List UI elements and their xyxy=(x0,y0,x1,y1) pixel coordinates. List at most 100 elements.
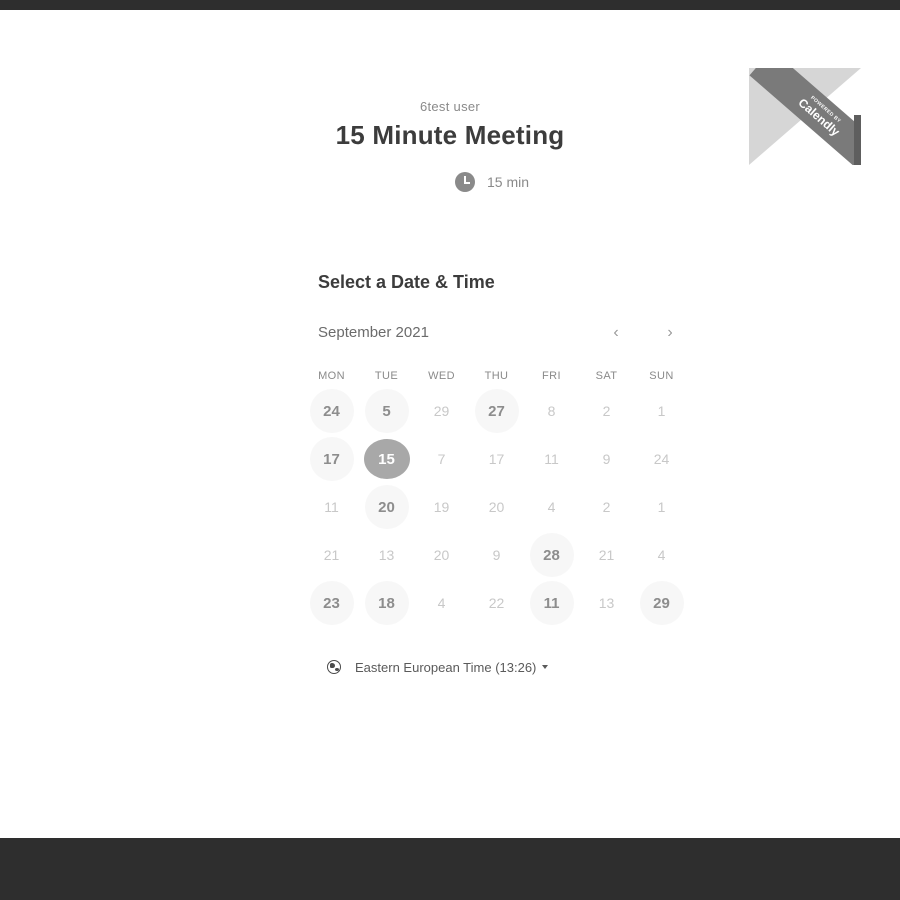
unavailable-day: 29 xyxy=(414,387,469,435)
available-day[interactable]: 29 xyxy=(634,579,689,627)
previous-month-button[interactable]: ‹ xyxy=(603,320,629,346)
timezone-selector[interactable]: Eastern European Time (13:26) xyxy=(327,657,549,677)
day-number: 13 xyxy=(598,595,615,611)
day-number: 4 xyxy=(657,547,666,563)
weekday-label: WED xyxy=(428,370,455,382)
day-number: 27 xyxy=(474,389,519,433)
available-day[interactable]: 17 xyxy=(304,435,359,483)
unavailable-day: 1 xyxy=(634,387,689,435)
globe-icon xyxy=(327,660,341,674)
top-bar xyxy=(0,0,900,10)
unavailable-day: 4 xyxy=(414,579,469,627)
calendar-weeks: 24 5 29 27 8 2 1 17 15 7 17 11 9 24 11 20 19 20 4 2 1 21 13 20 9… xyxy=(304,387,689,627)
calendar-grid: MON TUE WED THU FRI SAT SUN 24 5 29 27 8 2 1 17… xyxy=(304,365,689,627)
unavailable-day: 21 xyxy=(579,531,634,579)
unavailable-day: 22 xyxy=(469,579,524,627)
unavailable-day: 8 xyxy=(524,387,579,435)
day-number: 2 xyxy=(602,499,611,515)
day-number: 20 xyxy=(364,485,409,529)
unavailable-day: 9 xyxy=(579,435,634,483)
unavailable-day: 20 xyxy=(414,531,469,579)
bottom-bar xyxy=(0,838,900,900)
day-number: 28 xyxy=(529,533,574,577)
available-day[interactable]: 20 xyxy=(359,483,414,531)
day-number: 20 xyxy=(433,547,450,563)
unavailable-day: 19 xyxy=(414,483,469,531)
day-number: 29 xyxy=(639,581,684,625)
day-number: 23 xyxy=(309,581,354,625)
calendar-week-row: 11 20 19 20 4 2 1 xyxy=(304,483,689,531)
calendar-week-row: 23 18 4 22 11 13 29 xyxy=(304,579,689,627)
day-number: 4 xyxy=(547,499,556,515)
unavailable-day: 11 xyxy=(524,435,579,483)
event-duration: 15 min xyxy=(455,171,529,193)
day-number: 22 xyxy=(488,595,505,611)
next-month-button[interactable]: › xyxy=(657,320,683,346)
available-day[interactable]: 18 xyxy=(359,579,414,627)
unavailable-day: 9 xyxy=(469,531,524,579)
day-number: 24 xyxy=(309,389,354,433)
event-title: 15 Minute Meeting xyxy=(335,120,565,150)
duration-text: 15 min xyxy=(487,174,530,190)
day-number: 15 xyxy=(363,439,410,479)
chevron-left-icon: ‹ xyxy=(613,324,619,341)
weekday-label: SUN xyxy=(649,370,674,382)
day-number: 7 xyxy=(437,451,446,467)
day-number: 11 xyxy=(324,499,339,515)
weekday-label: FRI xyxy=(542,370,561,382)
day-number: 18 xyxy=(364,581,409,625)
unavailable-day: 2 xyxy=(579,387,634,435)
day-number: 17 xyxy=(309,437,354,481)
weekday-label: THU xyxy=(484,370,509,382)
organizer-name: 6test user xyxy=(419,99,481,114)
available-day[interactable]: 11 xyxy=(524,579,579,627)
day-number: 17 xyxy=(488,451,505,467)
day-number: 21 xyxy=(598,547,615,563)
weekday-header: MON TUE WED THU FRI SAT SUN xyxy=(304,365,689,387)
available-day[interactable]: 23 xyxy=(304,579,359,627)
unavailable-day: 17 xyxy=(469,435,524,483)
day-number: 13 xyxy=(378,547,395,563)
available-day[interactable]: 5 xyxy=(359,387,414,435)
day-number: 20 xyxy=(488,499,505,515)
day-number: 5 xyxy=(364,389,409,433)
day-number: 11 xyxy=(544,451,559,467)
unavailable-day: 1 xyxy=(634,483,689,531)
day-number: 11 xyxy=(529,581,574,625)
unavailable-day: 13 xyxy=(579,579,634,627)
available-day[interactable]: 27 xyxy=(469,387,524,435)
day-number: 19 xyxy=(433,499,450,515)
unavailable-day: 7 xyxy=(414,435,469,483)
unavailable-day: 2 xyxy=(579,483,634,531)
selected-day[interactable]: 15 xyxy=(359,435,414,483)
unavailable-day: 24 xyxy=(634,435,689,483)
unavailable-day: 4 xyxy=(524,483,579,531)
clock-icon xyxy=(455,172,475,192)
weekday-label: MON xyxy=(318,370,345,382)
day-number: 29 xyxy=(433,403,450,419)
weekday-label: TUE xyxy=(374,370,399,382)
day-number: 24 xyxy=(653,451,670,467)
weekday-label: SAT xyxy=(595,370,618,382)
day-number: 1 xyxy=(657,499,666,515)
available-day[interactable]: 24 xyxy=(304,387,359,435)
timezone-label: Eastern European Time (13:26) xyxy=(355,659,537,675)
unavailable-day: 21 xyxy=(304,531,359,579)
day-number: 8 xyxy=(547,403,556,419)
unavailable-day: 11 xyxy=(304,483,359,531)
calendar-week-row: 21 13 20 9 28 21 4 xyxy=(304,531,689,579)
available-day[interactable]: 28 xyxy=(524,531,579,579)
calendar-week-row: 17 15 7 17 11 9 24 xyxy=(304,435,689,483)
unavailable-day: 20 xyxy=(469,483,524,531)
calendar-week-row: 24 5 29 27 8 2 1 xyxy=(304,387,689,435)
unavailable-day: 13 xyxy=(359,531,414,579)
unavailable-day: 4 xyxy=(634,531,689,579)
chevron-right-icon: › xyxy=(667,324,673,341)
day-number: 4 xyxy=(437,595,446,611)
day-number: 9 xyxy=(492,547,501,563)
day-number: 9 xyxy=(602,451,611,467)
month-label: September 2021 xyxy=(318,324,429,341)
select-date-heading: Select a Date & Time xyxy=(318,272,495,292)
caret-down-icon xyxy=(542,665,549,669)
day-number: 21 xyxy=(323,547,340,563)
